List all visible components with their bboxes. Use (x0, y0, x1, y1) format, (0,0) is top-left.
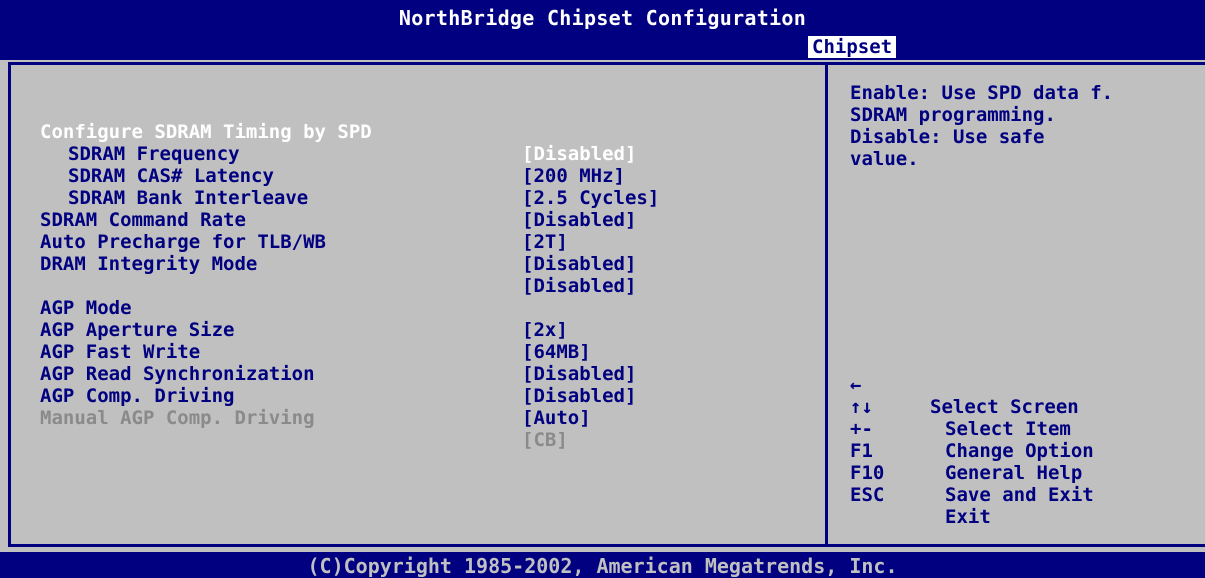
setting-agp-mode[interactable]: AGP Mode [2x] (40, 275, 800, 341)
help-line: Disable: Use safe (850, 126, 1045, 148)
footer-bar: (C)Copyright 1985-2002, American Megatre… (0, 552, 1205, 578)
setting-agp-read-sync[interactable]: AGP Read Synchronization [Disabled] (40, 341, 800, 407)
setting-sdram-frequency[interactable]: SDRAM Frequency [200 MHz] (40, 121, 800, 187)
settings-list: Configure SDRAM Timing by SPD [Disabled]… (40, 99, 800, 451)
key-label: ESC (850, 484, 885, 506)
setting-manual-agp-comp-driving: Manual AGP Comp. Driving [CB] (40, 385, 800, 451)
key-save-exit: F10 Save and Exit (850, 440, 1200, 506)
tab-chipset[interactable]: Chipset (808, 36, 897, 58)
key-exit: ESC Exit (850, 462, 1200, 528)
setting-sdram-command-rate[interactable]: SDRAM Command Rate [2T] (40, 187, 800, 253)
help-line: value. (850, 148, 919, 170)
help-line: Enable: Use SPD data f. (850, 82, 1114, 104)
setting-auto-precharge[interactable]: Auto Precharge for TLB/WB [Disabled] (40, 209, 800, 275)
setting-agp-comp-driving[interactable]: AGP Comp. Driving [Auto] (40, 363, 800, 429)
key-general-help: F1 General Help (850, 418, 1200, 484)
setting-dram-integrity-mode[interactable]: DRAM Integrity Mode [Disabled] (40, 231, 800, 297)
page-title: NorthBridge Chipset Configuration (398, 6, 807, 30)
setting-agp-fast-write[interactable]: AGP Fast Write [Disabled] (40, 319, 800, 385)
setting-label: Manual AGP Comp. Driving (40, 407, 315, 429)
header-bar: NorthBridge Chipset Configuration Chipse… (0, 0, 1205, 60)
setting-value: [CB] (522, 429, 568, 451)
setting-sdram-cas-latency[interactable]: SDRAM CAS# Latency [2.5 Cycles] (40, 143, 800, 209)
key-select-screen: ← Select Screen (850, 352, 1200, 418)
key-select-item: ↑↓ Select Item (850, 374, 1200, 440)
setting-configure-sdram-timing[interactable]: Configure SDRAM Timing by SPD [Disabled] (40, 99, 800, 165)
setting-sdram-bank-interleave[interactable]: SDRAM Bank Interleave [Disabled] (40, 165, 800, 231)
setting-value[interactable]: [Auto] (522, 407, 591, 429)
key-action: Save and Exit (945, 484, 1094, 506)
copyright-text: (C)Copyright 1985-2002, American Megatre… (307, 554, 898, 578)
setting-agp-aperture-size[interactable]: AGP Aperture Size [64MB] (40, 297, 800, 363)
help-line: SDRAM programming. (850, 104, 1056, 126)
panel-divider (825, 62, 828, 547)
help-text: Enable: Use SPD data f. SDRAM programming… (850, 82, 1200, 170)
key-legend: ← Select Screen ↑↓ Select Item +- Change… (850, 352, 1200, 528)
bios-screen: NorthBridge Chipset Configuration Chipse… (0, 0, 1205, 578)
key-change-option: +- Change Option (850, 396, 1200, 462)
key-action: Exit (945, 506, 991, 528)
